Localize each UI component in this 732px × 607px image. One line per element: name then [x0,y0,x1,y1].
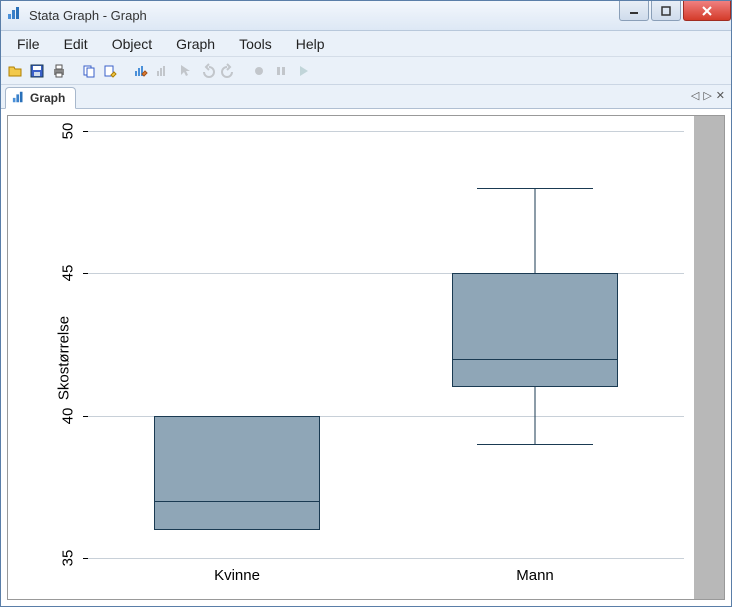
x-tick-label: Mann [516,567,554,584]
toolbar [1,57,731,85]
tab-prev-icon[interactable]: ◁ [691,89,699,102]
record-icon[interactable] [249,61,269,81]
maximize-button[interactable] [651,1,681,21]
pointer-icon[interactable] [175,61,195,81]
y-tick-label: 50 [60,121,77,141]
y-axis-label: Skostørrelse [56,315,73,399]
pause-icon[interactable] [271,61,291,81]
menu-help[interactable]: Help [286,33,335,55]
tabstrip: Graph ◁ ▷ ✕ [1,85,731,109]
close-button[interactable] [683,1,731,21]
menubar: File Edit Object Graph Tools Help [1,31,731,57]
grid-line [88,558,684,559]
rename-icon[interactable] [101,61,121,81]
app-window: Stata Graph - Graph File Edit Object Gra… [0,0,732,607]
whisker-lower [477,444,594,445]
y-tick-label: 40 [60,406,77,426]
save-graph-icon[interactable] [153,61,173,81]
save-icon[interactable] [27,61,47,81]
y-tick-label: 35 [60,548,77,568]
y-tick-label: 45 [60,263,77,283]
plot-area: 35404550KvinneMann [88,131,684,559]
graph-frame: Skostørrelse 35404550KvinneMann [7,115,725,600]
whisker-upper [477,188,594,189]
x-tick-label: Kvinne [214,567,260,584]
print-icon[interactable] [49,61,69,81]
redo-icon[interactable] [219,61,239,81]
box-rect [452,273,619,387]
content-area: Skostørrelse 35404550KvinneMann [1,109,731,606]
play-icon[interactable] [293,61,313,81]
tab-close-icon[interactable]: ✕ [716,89,725,102]
minimize-button[interactable] [619,1,649,21]
menu-object[interactable]: Object [102,33,162,55]
menu-graph[interactable]: Graph [166,33,225,55]
window-title: Stata Graph - Graph [29,8,147,23]
titlebar: Stata Graph - Graph [1,1,731,31]
median-line [154,501,321,502]
tab-graph[interactable]: Graph [5,87,76,109]
box-Kvinne [154,131,321,558]
app-icon [7,5,23,26]
menu-file[interactable]: File [7,33,50,55]
menu-tools[interactable]: Tools [229,33,282,55]
window-controls [617,1,731,30]
tab-label: Graph [30,91,65,105]
box-Mann [452,131,619,558]
undo-icon[interactable] [197,61,217,81]
bar-chart-icon [12,90,26,107]
graph-canvas: Skostørrelse 35404550KvinneMann [8,116,694,599]
tab-next-icon[interactable]: ▷ [703,89,711,102]
edit-graph-icon[interactable] [131,61,151,81]
open-icon[interactable] [5,61,25,81]
median-line [452,359,619,360]
right-gutter [694,116,724,599]
box-rect [154,416,321,530]
copy-icon[interactable] [79,61,99,81]
menu-edit[interactable]: Edit [54,33,98,55]
